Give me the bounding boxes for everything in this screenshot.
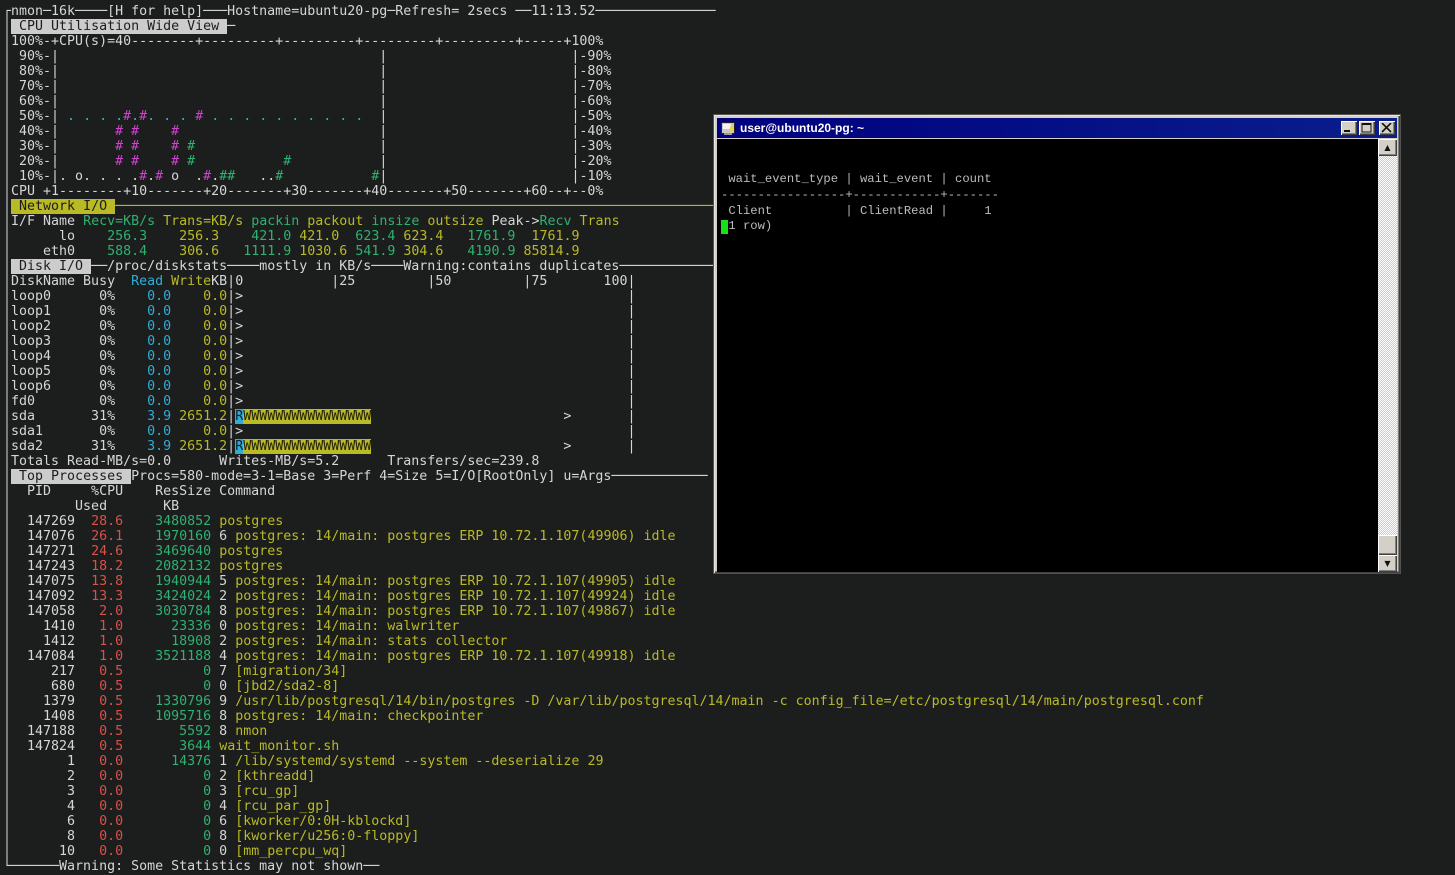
scroll-up-button[interactable]: ▲ <box>1378 139 1397 156</box>
terminal-line: │ 147824 0.5 3644 wait_monitor.sh <box>3 739 1455 754</box>
terminal-line: │ 3 0.0 0 3 [rcu_gp] <box>3 784 1455 799</box>
terminal-line: │ 90%-| | |-90% <box>3 49 1455 64</box>
putty-window: user@ubuntu20-pg: ~ wait_event_type | wa… <box>713 114 1401 574</box>
terminal-line: │ 147084 1.0 3521188 4 postgres: 14/main… <box>3 649 1455 664</box>
putty-titlebar[interactable]: user@ubuntu20-pg: ~ <box>717 118 1397 138</box>
terminal-line: │ 70%-| | |-70% <box>3 79 1455 94</box>
terminal-line: │ 147058 2.0 3030784 8 postgres: 14/main… <box>3 604 1455 619</box>
terminal-line: │ 2 0.0 0 2 [kthreadd] <box>3 769 1455 784</box>
terminal-line: ┌nmon─16k────[H for help]───Hostname=ubu… <box>3 4 1455 19</box>
terminal-line: └──────Warning: Some Statistics may not … <box>3 859 1455 874</box>
terminal-line: │ 1408 0.5 1095716 8 postgres: 14/main: … <box>3 709 1455 724</box>
putty-icon <box>720 121 736 135</box>
terminal-line: │ 10 0.0 0 0 [mm_percpu_wq] <box>3 844 1455 859</box>
terminal-line: │ 80%-| | |-80% <box>3 64 1455 79</box>
close-button[interactable] <box>1379 121 1395 135</box>
terminal-line: (1 row) <box>721 219 1380 235</box>
minimize-button[interactable] <box>1341 121 1357 135</box>
close-icon <box>1381 123 1393 133</box>
terminal-line: │ CPU Utilisation Wide View ─ <box>3 19 1455 34</box>
terminal-line: │ 147188 0.5 5592 8 nmon <box>3 724 1455 739</box>
scroll-down-button[interactable]: ▼ <box>1378 555 1397 572</box>
terminal-line: │ 217 0.5 0 7 [migration/34] <box>3 664 1455 679</box>
terminal-line: │ 147092 13.3 3424024 2 postgres: 14/mai… <box>3 589 1455 604</box>
terminal-line: │ 1379 0.5 1330796 9 /usr/lib/postgresql… <box>3 694 1455 709</box>
putty-window-title: user@ubuntu20-pg: ~ <box>740 121 1339 135</box>
terminal-line: Client | ClientRead | 1 <box>721 204 1380 220</box>
minimize-icon <box>1343 123 1355 133</box>
terminal-line: │ 680 0.5 0 0 [jbd2/sda2-8] <box>3 679 1455 694</box>
terminal-line: │ 6 0.0 0 6 [kworker/0:0H-kblockd] <box>3 814 1455 829</box>
terminal-line: │ 60%-| | |-60% <box>3 94 1455 109</box>
maximize-icon <box>1361 123 1373 133</box>
terminal-cursor <box>721 220 728 234</box>
scrollbar-thumb[interactable] <box>1378 535 1397 555</box>
terminal-line: │ 1410 1.0 23336 0 postgres: 14/main: wa… <box>3 619 1455 634</box>
terminal-line: -----------------+------------+------- <box>721 188 1380 204</box>
terminal-line: │ 8 0.0 0 8 [kworker/u256:0-floppy] <box>3 829 1455 844</box>
terminal-line: wait_event_type | wait_event | count <box>721 172 1380 188</box>
terminal-line <box>721 235 1380 251</box>
terminal-line: │ 1412 1.0 18908 2 postgres: 14/main: st… <box>3 634 1455 649</box>
terminal-line: │ 4 0.0 0 4 [rcu_par_gp] <box>3 799 1455 814</box>
terminal-line: │ 1 0.0 14376 1 /lib/systemd/systemd --s… <box>3 754 1455 769</box>
terminal-line: │ 147075 13.8 1940944 5 postgres: 14/mai… <box>3 574 1455 589</box>
putty-terminal[interactable]: wait_event_type | wait_event | count----… <box>717 139 1380 572</box>
maximize-button[interactable] <box>1359 121 1375 135</box>
scrollbar[interactable]: ▲ ▼ <box>1378 139 1397 572</box>
terminal-line: │100%-+CPU(s)=40--------+---------+-----… <box>3 34 1455 49</box>
